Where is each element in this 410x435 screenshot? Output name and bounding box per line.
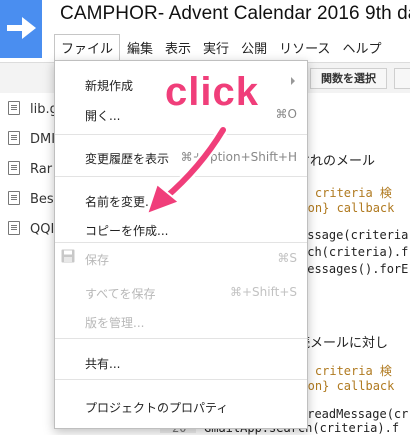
menu-view[interactable]: 表示 <box>160 34 196 60</box>
file-icon <box>8 221 20 235</box>
file-item[interactable]: QQI <box>8 221 54 237</box>
menu-item-save-all[interactable]: すべてを保存 <box>85 285 155 302</box>
file-item[interactable]: Bes <box>8 191 54 207</box>
menu-item-save[interactable]: 保存 <box>85 251 109 268</box>
file-icon <box>8 131 20 145</box>
app-header: CAMPHOR- Advent Calendar 2016 9th day ファ… <box>0 0 410 64</box>
click-annotation: click <box>165 70 259 114</box>
code-line: hreadMessage(cr <box>300 407 409 421</box>
menu-file[interactable]: ファイル <box>54 34 121 60</box>
menu-divider <box>55 134 307 135</box>
function-select[interactable]: 関数を選択 <box>310 68 387 89</box>
file-item[interactable]: lib.g <box>8 101 58 117</box>
shortcut-save: ⌘S <box>277 251 297 265</box>
save-icon <box>61 249 75 263</box>
code-line: Messages().forE <box>300 262 409 276</box>
menu-edit[interactable]: 編集 <box>122 34 158 60</box>
menu-item-open[interactable]: 開く... <box>85 107 120 124</box>
menu-item-manage-versions[interactable]: 版を管理... <box>85 314 144 331</box>
project-title[interactable]: CAMPHOR- Advent Calendar 2016 9th day <box>60 3 410 25</box>
menu-divider <box>55 176 307 177</box>
file-icon <box>8 191 20 205</box>
file-menu-dropdown: 新規作成 開く... ⌘O 変更履歴を表示 ⌘+option+Shift+H 名… <box>54 60 308 429</box>
menu-divider <box>55 242 307 243</box>
menu-resources[interactable]: リソース <box>274 34 335 60</box>
file-list: lib.g DMI Rar Bes QQI <box>0 93 60 433</box>
shortcut-open: ⌘O <box>275 107 297 121</box>
menu-item-make-copy[interactable]: コピーを作成... <box>85 222 168 239</box>
menu-item-revision-history[interactable]: 変更履歴を表示 <box>85 150 169 167</box>
arrow-right-icon <box>7 17 36 39</box>
menu-item-share[interactable]: 共有... <box>85 355 120 372</box>
menu-item-project-properties[interactable]: プロジェクトのプロパティ <box>85 399 228 416</box>
menu-item-new[interactable]: 新規作成 <box>85 77 133 94</box>
menu-divider <box>55 338 307 339</box>
menu-bar: ファイル 編集 表示 実行 公開 リソース ヘルプ <box>54 34 388 60</box>
code-line: essage(criteria <box>300 228 409 242</box>
apps-script-logo[interactable] <box>0 0 42 58</box>
shortcut-save-all: ⌘+Shift+S <box>229 285 297 299</box>
file-item[interactable]: Rar <box>8 161 52 177</box>
file-icon <box>8 101 20 115</box>
menu-help[interactable]: ヘルプ <box>337 34 386 60</box>
menu-divider <box>55 379 307 380</box>
submenu-arrow-icon <box>291 77 295 85</box>
file-item[interactable]: DMI <box>8 131 55 147</box>
toolbar-extra-button[interactable] <box>394 68 410 89</box>
file-icon <box>8 161 20 175</box>
shortcut-revision-history: ⌘+option+Shift+H <box>180 150 297 164</box>
menu-publish[interactable]: 公開 <box>236 34 272 60</box>
menu-run[interactable]: 実行 <box>198 34 234 60</box>
menu-item-rename[interactable]: 名前を変更... <box>85 193 156 210</box>
code-line: rch(criteria).f <box>300 245 409 259</box>
